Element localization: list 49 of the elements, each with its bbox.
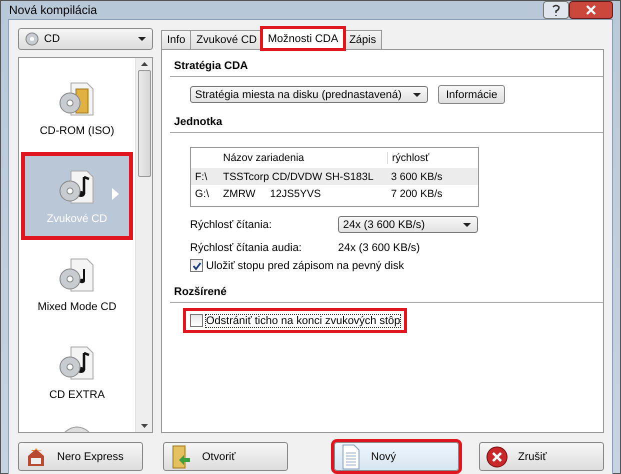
document-icon — [341, 444, 361, 470]
table-cell-text: 3 600 KB/s — [390, 170, 442, 182]
project-type-item[interactable]: Mixed Mode CD — [21, 240, 133, 328]
project-type-item[interactable]: CD EXTRA — [21, 328, 133, 416]
folder-arrow-icon — [170, 444, 192, 470]
caret-icon — [463, 222, 471, 226]
close-icon[interactable] — [569, 1, 613, 19]
column-header[interactable]: Názov zariadenia — [219, 152, 387, 164]
drive-row[interactable]: G:\ ZMRW 12JS5YVS 7 200 KB/s — [191, 185, 478, 202]
close-icon — [486, 446, 508, 468]
tab[interactable]: Možnosti CDA — [262, 28, 344, 49]
table-cell-text: TSSTcorp CD/DVDW SH-S183L — [222, 170, 375, 182]
scroll-thumb[interactable] — [138, 70, 150, 177]
field-value: 24x (3 600 KB/s) — [338, 242, 420, 254]
table-cell-text: G:\ — [194, 188, 210, 200]
caret-icon — [413, 92, 421, 96]
help-icon[interactable] — [543, 1, 569, 19]
scrollbar[interactable] — [135, 58, 152, 432]
dialog-button[interactable]: Zrušiť — [479, 442, 604, 471]
column-header[interactable]: rýchlosť — [387, 152, 430, 164]
tab[interactable]: Zápis — [343, 30, 382, 49]
checkbox-label[interactable]: Uložiť stopu pred zápisom na pevný disk — [206, 260, 404, 272]
scroll-up-icon[interactable] — [140, 62, 148, 66]
window-title: Nová kompilácia — [8, 3, 98, 17]
scroll-down-icon[interactable] — [140, 424, 148, 428]
arrow-icon — [112, 188, 119, 200]
section-heading: Rozšírené — [174, 286, 228, 298]
strategy-dropdown[interactable]: Stratégia miesta na disku (prednastavená) — [190, 86, 428, 103]
field-label: Rýchlosť čítania audia: — [190, 242, 303, 254]
caret-icon — [138, 37, 146, 41]
checkbox-label[interactable]: Odstrániť ticho na konci zvukových stôp — [206, 314, 400, 326]
checkbox[interactable] — [190, 259, 203, 272]
section-heading: Stratégia CDA — [174, 60, 249, 72]
project-type-item[interactable]: CD-ROM (ISO) — [21, 64, 133, 152]
read-speed-dropdown[interactable]: 24x (3 600 KB/s) — [338, 216, 478, 233]
dialog-button[interactable]: Nero Express — [18, 442, 143, 471]
table-cell-text: ZMRW 12JS5YVS — [222, 188, 322, 200]
tab[interactable]: Info — [161, 30, 192, 49]
info-button[interactable]: Informácie — [438, 85, 506, 104]
dialog-button[interactable]: Nový — [334, 442, 459, 471]
dialog-button[interactable]: Otvoriť — [163, 442, 288, 471]
disc-type-dropdown[interactable]: CD — [18, 28, 153, 50]
table-cell-text: 7 200 KB/s — [390, 188, 442, 200]
field-label: Rýchlosť čítania: — [190, 218, 273, 230]
checkbox[interactable] — [190, 314, 203, 327]
drive-row[interactable]: F:\ TSSTcorp CD/DVDW SH-S183L 3 600 KB/s — [191, 168, 478, 185]
tab[interactable]: Zvukové CD — [190, 30, 263, 49]
table-cell-text: F:\ — [194, 170, 208, 182]
section-heading: Jednotka — [174, 116, 224, 128]
